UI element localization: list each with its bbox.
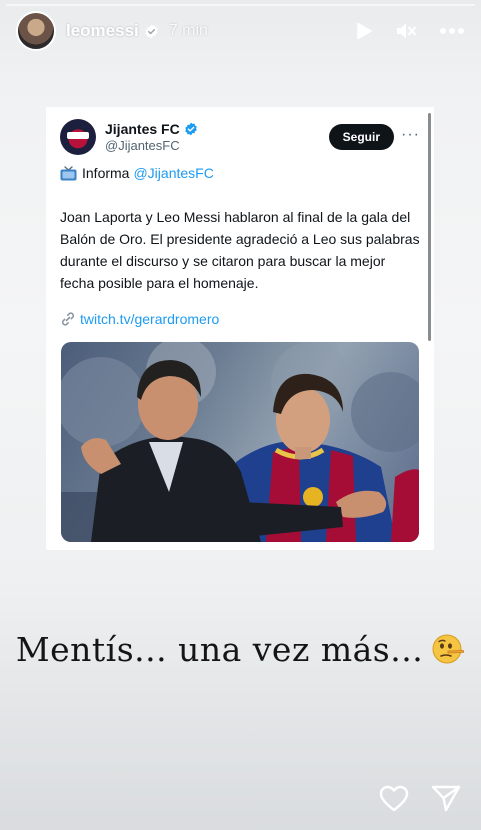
header-actions <box>355 21 465 41</box>
avatar[interactable] <box>16 11 56 51</box>
story-header: leomessi 7 min <box>0 0 481 62</box>
tweet-scrollbar[interactable] <box>428 113 431 341</box>
play-icon[interactable] <box>355 22 373 40</box>
tweet-intro: Informa @JijantesFC <box>60 165 214 181</box>
tweet-mention-link[interactable]: @JijantesFC <box>133 165 213 181</box>
tweet-intro-text: Informa <box>82 165 130 181</box>
more-icon[interactable] <box>439 27 465 35</box>
mute-icon[interactable] <box>395 21 417 41</box>
lying-face-emoji <box>432 634 465 664</box>
tweet-header: Jijantes FC @JijantesFC Seguir ··· <box>60 117 420 157</box>
tweet-photo-illustration <box>61 342 419 542</box>
heart-icon[interactable] <box>379 785 409 812</box>
tv-icon <box>60 165 77 180</box>
account-name-row: Jijantes FC <box>105 121 198 137</box>
tweet-embed[interactable]: Jijantes FC @JijantesFC Seguir ··· Infor… <box>46 107 434 550</box>
verified-badge-icon <box>184 122 197 136</box>
account-names: Jijantes FC @JijantesFC <box>105 121 198 153</box>
account-name[interactable]: Jijantes FC <box>105 121 180 137</box>
story-caption: Mentís... una vez más... <box>0 630 481 669</box>
account-logo[interactable] <box>60 119 96 155</box>
send-icon[interactable] <box>431 784 461 812</box>
tweet-body: Joan Laporta y Leo Messi hablaron al fin… <box>60 209 428 291</box>
tweet-link[interactable]: twitch.tv/gerardromero <box>60 311 219 327</box>
tweet-link-text[interactable]: twitch.tv/gerardromero <box>80 311 219 327</box>
tweet-photo[interactable] <box>61 342 419 542</box>
account-handle[interactable]: @JijantesFC <box>105 138 198 153</box>
tweet-more-icon[interactable]: ··· <box>401 127 420 143</box>
caption-text: Mentís... una vez más... <box>15 630 424 669</box>
verified-badge-icon <box>145 24 158 38</box>
story-footer-actions <box>379 784 461 812</box>
post-time: 7 min <box>168 22 208 39</box>
username[interactable]: leomessi <box>66 21 139 41</box>
link-icon <box>61 312 75 326</box>
follow-button[interactable]: Seguir <box>328 124 394 150</box>
